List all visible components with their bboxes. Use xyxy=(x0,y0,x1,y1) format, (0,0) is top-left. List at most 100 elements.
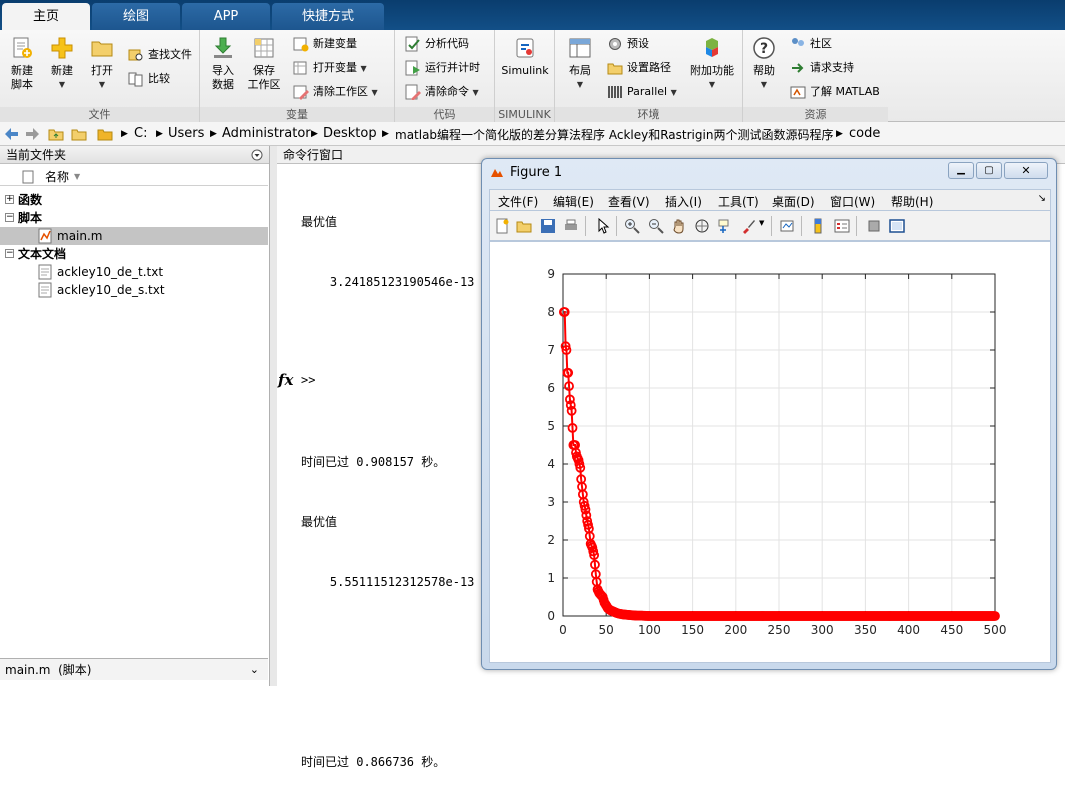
fx-function-browser-icon[interactable]: fx xyxy=(278,371,293,389)
group-scripts[interactable]: − 脚本 xyxy=(0,209,268,227)
file-item-main[interactable]: main.m xyxy=(0,227,268,245)
collapse-icon[interactable]: − xyxy=(5,213,14,222)
new-script-button[interactable]: 新建 脚本 xyxy=(5,36,39,92)
pointer-icon[interactable] xyxy=(595,218,611,234)
breadcrumb-item[interactable]: Desktop xyxy=(323,127,377,141)
figure-canvas[interactable]: 0 50 100 150 200 250 300 350 400 450 500 0 1 2 3 4 5 6 7 8 9 xyxy=(489,241,1051,663)
zoom-out-icon[interactable] xyxy=(648,218,664,234)
new-variable-button[interactable]: 新建变量 xyxy=(293,34,357,54)
analyze-code-button[interactable]: 分析代码 xyxy=(405,34,469,54)
group-label: 脚本 xyxy=(18,211,43,225)
open-variable-button[interactable]: 打开变量 ▼ xyxy=(293,58,367,78)
pane-splitter[interactable] xyxy=(270,146,277,686)
column-header-name[interactable]: 名称 ▼ xyxy=(0,168,268,186)
breadcrumb-item[interactable]: Users xyxy=(168,127,204,141)
learn-matlab-button[interactable]: 了解 MATLAB xyxy=(790,82,880,102)
zoom-in-icon[interactable] xyxy=(624,218,640,234)
figure-window[interactable]: Figure 1 ▁ ▢ ✕ 文件(F) 编辑(E) 查看(V) 插入(I) 工… xyxy=(481,158,1057,670)
save-workspace-button[interactable]: 保存 工作区 xyxy=(247,36,281,92)
menu-file[interactable]: 文件(F) xyxy=(498,193,538,210)
show-plot-tools-icon[interactable] xyxy=(889,218,905,234)
compare-button[interactable]: 比较 xyxy=(128,69,170,89)
open-dropdown-icon[interactable]: ▼ xyxy=(85,78,119,92)
menu-edit[interactable]: 编辑(E) xyxy=(553,193,594,210)
back-arrow-icon[interactable] xyxy=(3,126,19,142)
community-button[interactable]: 社区 xyxy=(790,34,832,54)
brush-dropdown-icon[interactable]: ▼ xyxy=(759,219,764,227)
menu-view[interactable]: 查看(V) xyxy=(608,193,650,210)
pan-icon[interactable] xyxy=(671,218,687,234)
print-icon[interactable] xyxy=(563,218,579,234)
help-button[interactable]: ? 帮助 ▼ xyxy=(747,36,781,92)
run-and-time-button[interactable]: 运行并计时 xyxy=(405,58,480,78)
new-figure-icon[interactable] xyxy=(494,218,510,234)
open-file-icon[interactable] xyxy=(516,218,532,234)
menu-desktop[interactable]: 桌面(D) xyxy=(772,193,815,210)
link-plot-icon[interactable] xyxy=(779,218,795,234)
breadcrumb-item[interactable]: Administrator xyxy=(222,127,311,141)
add-ons-dropdown-icon[interactable]: ▼ xyxy=(690,78,734,92)
set-path-button[interactable]: 设置路径 xyxy=(607,58,671,78)
request-support-button[interactable]: 请求支持 xyxy=(790,58,854,78)
help-dropdown-icon[interactable]: ▼ xyxy=(747,78,781,92)
chevron-down-icon[interactable]: ⌄ xyxy=(250,659,259,681)
breadcrumb-separator: ▶ xyxy=(156,129,163,139)
add-ons-label: 附加功能 xyxy=(690,64,734,77)
root-folder-icon[interactable] xyxy=(97,126,113,142)
file-item[interactable]: ackley10_de_s.txt xyxy=(0,281,268,299)
open-button[interactable]: 打开 ▼ xyxy=(85,36,119,92)
minimize-button[interactable]: ▁ xyxy=(948,162,974,179)
new-button[interactable]: 新建 ▼ xyxy=(45,36,79,92)
layout-button[interactable]: 布局 ▼ xyxy=(563,36,597,92)
preferences-button[interactable]: 预设 xyxy=(607,34,649,54)
group-functions[interactable]: + 函数 xyxy=(0,191,268,209)
new-dropdown-icon[interactable]: ▼ xyxy=(45,78,79,92)
maximize-button[interactable]: ▢ xyxy=(976,162,1002,179)
menu-tools[interactable]: 工具(T) xyxy=(718,193,759,210)
clear-commands-button[interactable]: 清除命令 ▼ xyxy=(405,82,479,102)
close-button[interactable]: ✕ xyxy=(1004,162,1048,179)
menu-window[interactable]: 窗口(W) xyxy=(830,193,875,210)
details-bar[interactable]: main.m (脚本) ⌄ xyxy=(0,658,268,680)
menu-help[interactable]: 帮助(H) xyxy=(891,193,933,210)
data-cursor-icon[interactable] xyxy=(717,218,733,234)
parallel-button[interactable]: Parallel ▼ xyxy=(607,82,677,102)
parallel-dropdown-icon[interactable]: ▼ xyxy=(671,88,677,97)
brush-icon[interactable] xyxy=(740,218,756,234)
find-files-button[interactable]: 查找文件 xyxy=(128,45,192,65)
convergence-plot[interactable]: 0 50 100 150 200 250 300 350 400 450 500 0 1 2 3 4 5 6 7 8 9 xyxy=(490,242,1050,662)
rotate-3d-icon[interactable] xyxy=(694,218,710,234)
menu-insert[interactable]: 插入(I) xyxy=(665,193,702,210)
analyze-code-label: 分析代码 xyxy=(425,37,469,50)
expand-icon[interactable]: + xyxy=(5,195,14,204)
tab-plots[interactable]: 绘图 xyxy=(92,3,180,30)
colorbar-icon[interactable] xyxy=(810,218,826,234)
save-icon[interactable] xyxy=(540,218,556,234)
command-prompt[interactable]: >> xyxy=(301,373,315,387)
clear-commands-dropdown-icon[interactable]: ▼ xyxy=(473,88,479,97)
clear-workspace-dropdown-icon[interactable]: ▼ xyxy=(372,88,378,97)
hide-plot-tools-icon[interactable] xyxy=(866,218,882,234)
breadcrumb-item[interactable]: C: xyxy=(134,127,147,141)
breadcrumb-item[interactable]: matlab编程一个简化版的差分算法程序 Ackley和Rastrigin两个测… xyxy=(395,128,833,142)
analyze-code-icon xyxy=(405,36,420,52)
group-text-documents[interactable]: − 文本文档 xyxy=(0,245,268,263)
layout-dropdown-icon[interactable]: ▼ xyxy=(563,78,597,92)
simulink-button[interactable]: Simulink xyxy=(499,36,551,78)
add-ons-button[interactable]: 附加功能 ▼ xyxy=(690,36,734,92)
collapse-icon[interactable]: − xyxy=(5,249,14,258)
clear-workspace-button[interactable]: 清除工作区 ▼ xyxy=(293,82,378,102)
panel-menu-icon[interactable] xyxy=(251,149,263,161)
up-folder-icon[interactable] xyxy=(48,126,64,142)
tab-shortcuts[interactable]: 快捷方式 xyxy=(272,3,384,30)
tab-home[interactable]: 主页 xyxy=(2,3,90,30)
forward-arrow-icon[interactable] xyxy=(25,126,41,142)
legend-icon[interactable] xyxy=(834,218,850,234)
import-data-button[interactable]: 导入 数据 xyxy=(206,36,240,92)
undock-icon[interactable]: ↘ xyxy=(1038,193,1046,204)
tab-apps[interactable]: APP xyxy=(182,3,270,30)
browse-folder-icon[interactable] xyxy=(71,126,87,142)
breadcrumb-item[interactable]: code xyxy=(849,127,880,141)
open-variable-dropdown-icon[interactable]: ▼ xyxy=(361,64,367,73)
file-item[interactable]: ackley10_de_t.txt xyxy=(0,263,268,281)
